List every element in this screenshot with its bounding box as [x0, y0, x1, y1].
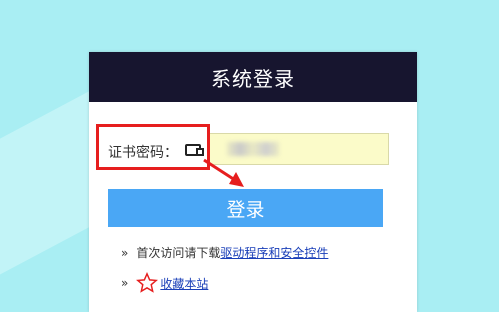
login-panel: 系统登录 证书密码： 登录 » 首次访问请下载 驱动程序和安全控件 » 收藏本站 — [89, 52, 417, 312]
redacted-value — [227, 142, 279, 156]
download-driver-link[interactable]: 驱动程序和安全控件 — [220, 244, 328, 261]
key-icon[interactable] — [181, 138, 205, 162]
bullet: » — [121, 276, 129, 290]
panel-header: 系统登录 — [89, 52, 417, 102]
bookmark-row: » 收藏本站 — [121, 272, 208, 294]
star-icon[interactable] — [136, 272, 159, 294]
download-row: » 首次访问请下载 驱动程序和安全控件 — [121, 244, 328, 261]
download-prefix: 首次访问请下载 — [136, 246, 221, 260]
cert-password-label: 证书密码： — [108, 145, 178, 161]
bullet: » — [121, 245, 129, 260]
panel-title: 系统登录 — [211, 66, 295, 91]
bookmark-link[interactable]: 收藏本站 — [160, 275, 208, 292]
login-button[interactable]: 登录 — [108, 189, 383, 227]
